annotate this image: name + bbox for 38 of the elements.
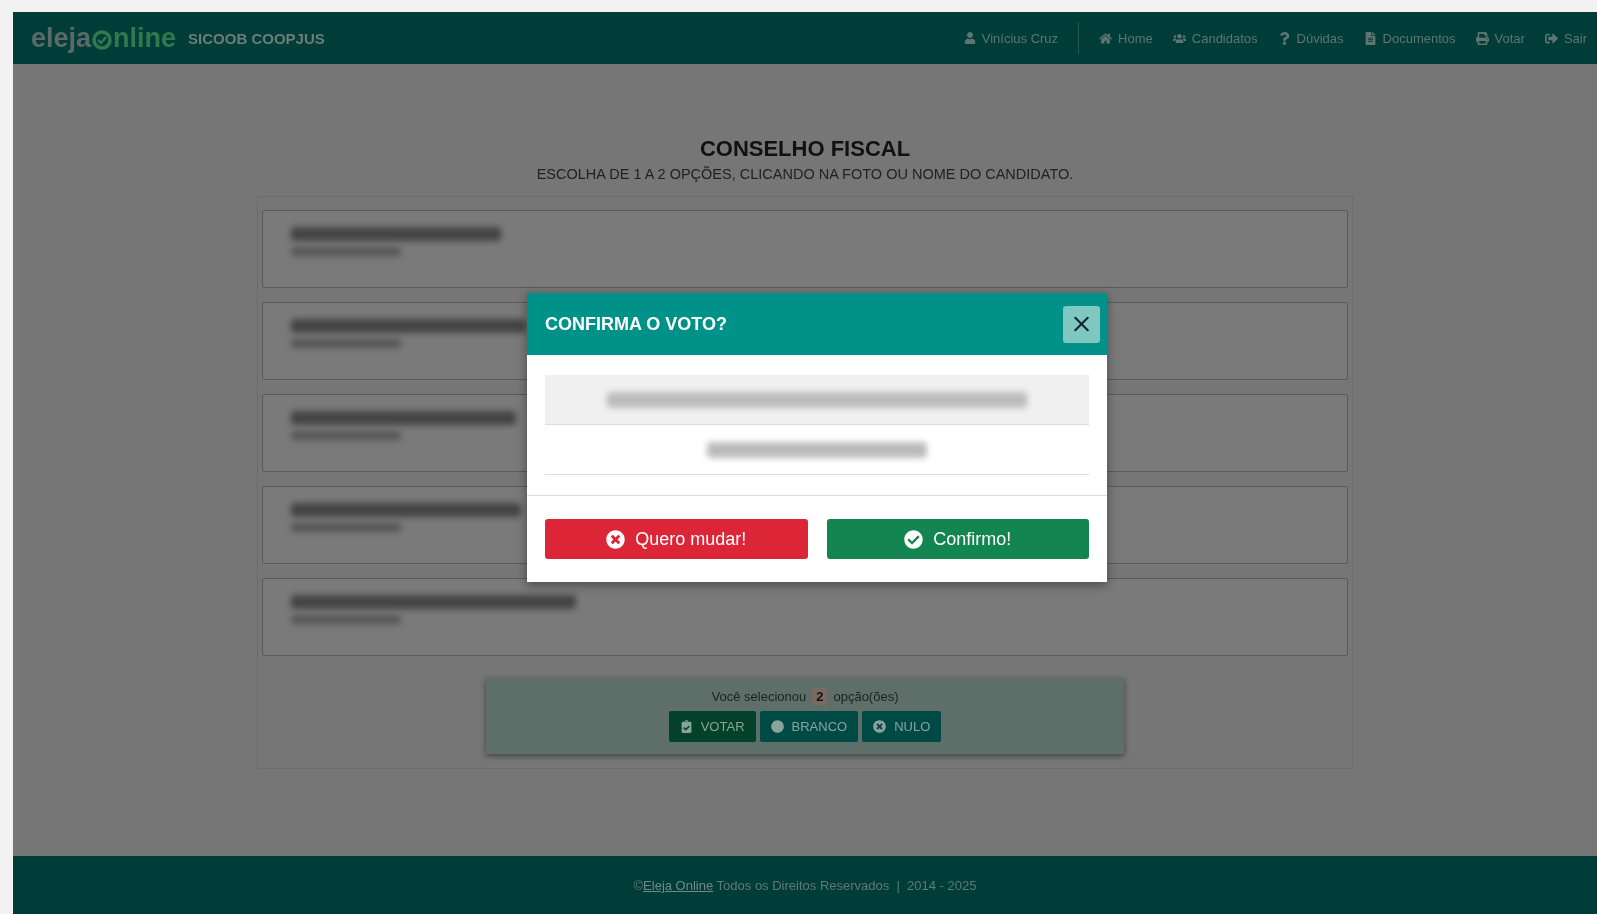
nav-link[interactable]: Home	[1089, 30, 1163, 46]
nav-link[interactable]: Sair	[1534, 30, 1597, 46]
nav-link[interactable]: Documentos	[1353, 30, 1466, 46]
organization-name: SICOOB COOPJUS	[188, 29, 325, 47]
close-button[interactable]	[1063, 305, 1100, 343]
button-icon	[770, 720, 784, 733]
check-icon	[904, 529, 924, 549]
logo-text: nline	[113, 22, 177, 54]
blank-button[interactable]: BRANCO	[759, 711, 859, 742]
confirm-button[interactable]: Confirmo!	[826, 519, 1089, 559]
selection-label: Você selecionou	[711, 689, 807, 704]
button-icon	[873, 720, 887, 733]
dialog-title: CONFIRMA O VOTO?	[545, 313, 727, 335]
nav-icon	[1544, 31, 1558, 45]
ballot-instructions: ESCOLHA DE 1 A 2 OPÇÕES, CLICANDO NA FOTO OU NOME DO CANDIDATO.	[536, 166, 1074, 182]
eleja-online-link[interactable]: Eleja Online	[643, 877, 714, 893]
vote-button[interactable]: VOTAR	[668, 711, 756, 742]
logo-text: eleja	[31, 22, 92, 54]
logo-check-icon	[92, 30, 113, 50]
nav-icon	[1363, 31, 1377, 45]
cancel-icon	[606, 529, 626, 549]
candidate-card[interactable]	[262, 578, 1348, 656]
selection-label: opção(ões)	[833, 689, 899, 704]
button-icon	[679, 720, 693, 733]
nav-icon	[1172, 31, 1186, 45]
nav-link[interactable]: Candidatos	[1162, 30, 1268, 46]
change-vote-button[interactable]: Quero mudar!	[545, 519, 808, 559]
nav-link[interactable]: Dúvidas	[1267, 30, 1354, 46]
ballot-title: CONSELHO FISCAL	[699, 136, 911, 162]
nav-icon	[1277, 31, 1291, 45]
copyright-text: ©Eleja Online Todos os Direitos Reservados | 2014 - 2025	[633, 877, 977, 893]
selection-count: 2	[812, 688, 828, 705]
null-button[interactable]: NULO	[862, 711, 942, 742]
nav-icon	[1475, 31, 1489, 45]
user-icon	[963, 32, 976, 44]
user-link[interactable]: Vinícius Cruz	[953, 22, 1080, 54]
nav-icon	[1099, 31, 1113, 45]
nav-link[interactable]: Votar	[1465, 30, 1535, 46]
